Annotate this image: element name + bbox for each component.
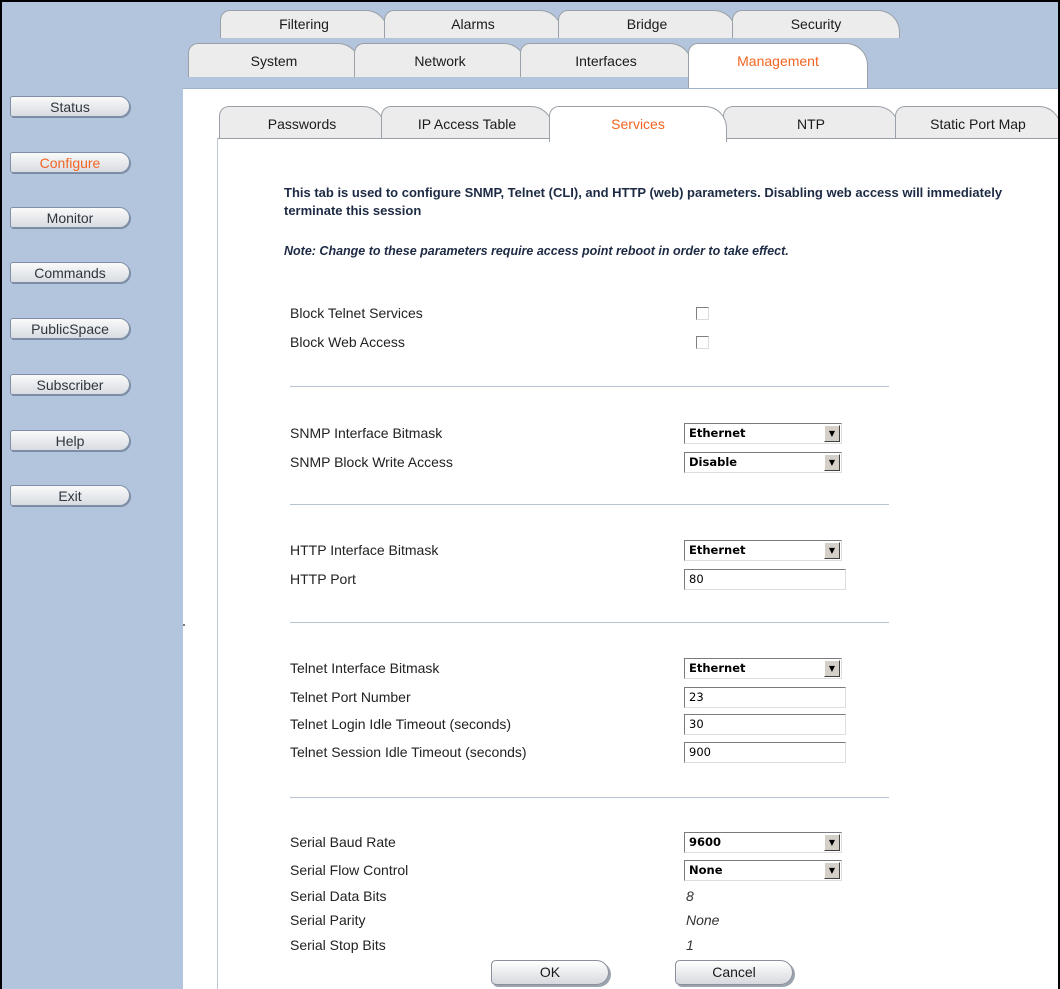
telnet-login-timeout-label: Telnet Login Idle Timeout (seconds) — [290, 716, 512, 732]
section-divider — [290, 622, 889, 623]
sidebar-button-subscriber[interactable]: Subscriber — [10, 374, 130, 395]
telnet-port-label: Telnet Port Number — [290, 689, 411, 705]
serial-flow-label: Serial Flow Control — [290, 862, 409, 878]
subtab-static-port-map[interactable]: Static Port Map — [895, 106, 1058, 138]
subtab-services[interactable]: Services — [549, 106, 727, 142]
tab-system[interactable]: System — [188, 43, 360, 77]
serial-baud-value: 9600 — [689, 835, 722, 849]
telnet-session-timeout-label: Telnet Session Idle Timeout (seconds) — [290, 744, 527, 760]
telnet-session-timeout-input[interactable]: 900 — [684, 742, 846, 763]
serial-data-bits-label: Serial Data Bits — [290, 888, 387, 904]
snmp-bitmask-select[interactable]: Ethernet ▼ — [684, 423, 842, 444]
tab-bridge[interactable]: Bridge — [558, 10, 736, 38]
tab-management[interactable]: Management — [688, 43, 868, 88]
sidebar-button-help[interactable]: Help — [10, 430, 130, 451]
telnet-bitmask-select[interactable]: Ethernet ▼ — [684, 658, 842, 679]
http-bitmask-select[interactable]: Ethernet ▼ — [684, 540, 842, 561]
http-port-label: HTTP Port — [290, 571, 356, 587]
cancel-button[interactable]: Cancel — [675, 960, 793, 985]
http-bitmask-value: Ethernet — [689, 543, 746, 557]
panel-left-border — [217, 138, 218, 989]
subtab-ntp[interactable]: NTP — [723, 106, 899, 138]
sidebar-button-exit[interactable]: Exit — [10, 485, 130, 506]
frame-resize-dot — [183, 624, 185, 626]
block-web-label: Block Web Access — [290, 334, 405, 350]
sidebar-button-commands[interactable]: Commands — [10, 262, 130, 283]
snmp-bitmask-label: SNMP Interface Bitmask — [290, 425, 443, 441]
serial-parity-label: Serial Parity — [290, 912, 366, 928]
tab-security[interactable]: Security — [732, 10, 900, 38]
tab-filtering[interactable]: Filtering — [220, 10, 388, 38]
serial-baud-label: Serial Baud Rate — [290, 834, 396, 850]
block-telnet-checkbox[interactable] — [696, 307, 709, 320]
services-description: This tab is used to configure SNMP, Teln… — [284, 185, 1003, 218]
section-divider — [290, 504, 889, 505]
sidebar-button-publicspace[interactable]: PublicSpace — [10, 318, 130, 339]
section-divider — [290, 797, 889, 798]
chevron-down-icon[interactable]: ▼ — [824, 425, 840, 442]
snmp-bitmask-value: Ethernet — [689, 426, 746, 440]
chevron-down-icon[interactable]: ▼ — [824, 454, 840, 471]
serial-flow-select[interactable]: None ▼ — [684, 860, 842, 881]
serial-stop-bits-label: Serial Stop Bits — [290, 937, 386, 953]
sidebar-button-configure[interactable]: Configure — [10, 152, 130, 173]
tab-network[interactable]: Network — [354, 43, 526, 77]
sidebar-button-monitor[interactable]: Monitor — [10, 207, 130, 228]
serial-data-bits-value: 8 — [686, 888, 694, 904]
serial-baud-select[interactable]: 9600 ▼ — [684, 832, 842, 853]
sidebar-button-status[interactable]: Status — [10, 96, 130, 117]
block-web-checkbox[interactable] — [696, 336, 709, 349]
serial-flow-value: None — [689, 863, 723, 877]
tab-band-divider — [183, 88, 1058, 89]
browser-frame: Filtering Alarms Bridge Security System … — [0, 0, 1060, 989]
snmp-write-label: SNMP Block Write Access — [290, 454, 453, 470]
serial-stop-bits-value: 1 — [686, 937, 694, 953]
chevron-down-icon[interactable]: ▼ — [824, 834, 840, 851]
http-port-input[interactable]: 80 — [684, 569, 846, 590]
block-telnet-label: Block Telnet Services — [290, 305, 423, 321]
subtab-passwords[interactable]: Passwords — [219, 106, 385, 138]
reboot-note: Note: Change to these parameters require… — [284, 244, 789, 258]
subtab-ip-access-table[interactable]: IP Access Table — [381, 106, 553, 138]
tab-alarms[interactable]: Alarms — [384, 10, 562, 38]
http-bitmask-label: HTTP Interface Bitmask — [290, 542, 439, 558]
chevron-down-icon[interactable]: ▼ — [824, 862, 840, 879]
tab-interfaces[interactable]: Interfaces — [520, 43, 692, 77]
telnet-bitmask-label: Telnet Interface Bitmask — [290, 660, 440, 676]
chevron-down-icon[interactable]: ▼ — [824, 660, 840, 677]
telnet-port-input[interactable]: 23 — [684, 687, 846, 708]
telnet-bitmask-value: Ethernet — [689, 661, 746, 675]
chevron-down-icon[interactable]: ▼ — [824, 542, 840, 559]
section-divider — [290, 386, 889, 387]
serial-parity-value: None — [686, 912, 720, 928]
telnet-login-timeout-input[interactable]: 30 — [684, 714, 846, 735]
ok-button[interactable]: OK — [491, 960, 609, 985]
snmp-write-value: Disable — [689, 455, 738, 469]
snmp-write-select[interactable]: Disable ▼ — [684, 452, 842, 473]
